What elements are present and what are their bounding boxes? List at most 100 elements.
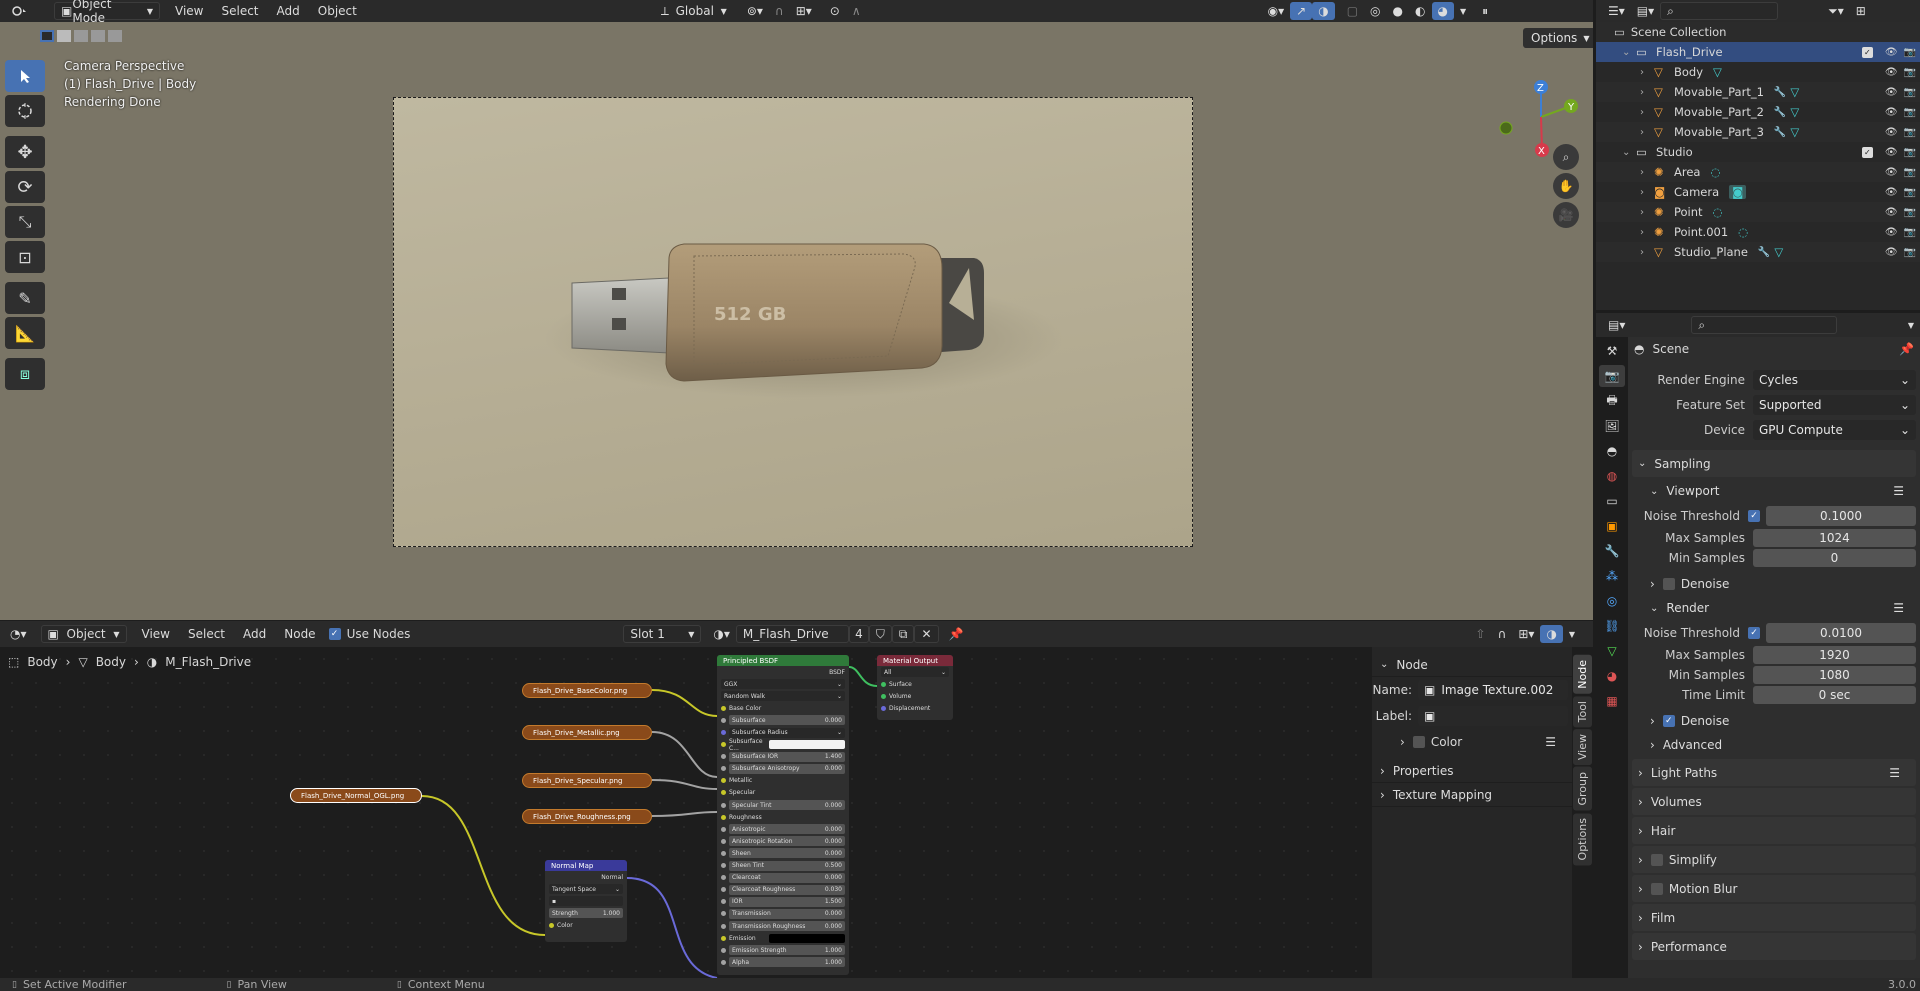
render-camera-icon[interactable]: 📷 [1904, 247, 1916, 258]
modifier-icon[interactable]: 🔧 [1774, 127, 1786, 138]
eye-icon[interactable]: 👁 [1885, 247, 1898, 258]
node-editor-type-button[interactable]: ◔▾ [4, 625, 33, 643]
render-camera-icon[interactable]: 📷 [1904, 147, 1916, 158]
tab-object[interactable]: ▣ [1599, 515, 1625, 537]
viewport-denoise-header[interactable]: › Denoise [1628, 572, 1920, 596]
tab-texture[interactable]: ▦ [1599, 690, 1625, 712]
texture-node-normal[interactable]: Flash_Drive_Normal_OGL.png [290, 788, 422, 803]
parent-tree-button[interactable]: ⇧ [1470, 625, 1492, 643]
input-socket[interactable] [721, 838, 726, 844]
proportional-edit-toggle[interactable]: ⊙ [824, 2, 846, 20]
render-camera-icon[interactable]: 📷 [1904, 167, 1916, 178]
outliner-row[interactable]: › ▽ Movable_Part_1 🔧 ▽ 👁 📷 [1596, 82, 1920, 102]
eye-icon[interactable]: 👁 [1885, 227, 1898, 238]
render-max-field[interactable]: 1920 [1753, 646, 1916, 664]
select-subtract-icon[interactable] [74, 30, 88, 42]
select-set-icon[interactable] [40, 30, 54, 42]
tab-group[interactable]: Group [1573, 767, 1592, 811]
node-label-field[interactable]: ▣ [1418, 706, 1568, 726]
subsurface-method-dropdown[interactable]: Random Walk ⌄ [721, 691, 845, 702]
presets-list-icon[interactable]: ☰ [1893, 601, 1904, 615]
pause-render-button[interactable]: ⏸ [1476, 2, 1494, 20]
viewport-max-field[interactable]: 1024 [1753, 529, 1916, 547]
light-data-icon[interactable]: ◌ [1713, 205, 1723, 219]
tab-view[interactable]: View [1573, 729, 1592, 766]
render-camera-icon[interactable]: 📷 [1904, 67, 1916, 78]
socket[interactable] [881, 693, 886, 699]
outliner-row[interactable]: › ▽ Movable_Part_2 🔧 ▽ 👁 📷 [1596, 102, 1920, 122]
input-socket[interactable] [721, 923, 726, 929]
properties-options[interactable]: ▼ [1902, 316, 1920, 334]
bsdf-value-field[interactable]: Clearcoat 0.000 [729, 872, 845, 883]
gizmo-toggle[interactable]: ↗ [1290, 2, 1313, 20]
render-camera-icon[interactable]: 📷 [1904, 107, 1916, 118]
outliner-search-input[interactable]: ⌕ [1660, 2, 1779, 20]
input-socket[interactable] [721, 717, 726, 723]
material-output-node[interactable]: Material Output All ⌄ Surface Volume Disp… [877, 655, 953, 720]
bsdf-value-field[interactable]: IOR 1.500 [729, 896, 845, 907]
outliner-row[interactable]: › ✺ Point.001 ◌ 👁 📷 [1596, 222, 1920, 242]
tool-move[interactable]: ✥ [5, 136, 45, 168]
render-camera-icon[interactable]: 📷 [1904, 87, 1916, 98]
chevron-right-icon[interactable]: › [1640, 127, 1654, 138]
socket[interactable] [549, 922, 554, 928]
tab-particles[interactable]: ⁂ [1599, 565, 1625, 587]
socket[interactable] [881, 705, 886, 711]
tab-tool[interactable]: Tool [1573, 695, 1592, 728]
outliner-row[interactable]: › ✺ Area ◌ 👁 📷 [1596, 162, 1920, 182]
tool-select-box[interactable] [5, 60, 45, 92]
menu-view[interactable]: View [166, 0, 212, 22]
render-camera-icon[interactable]: 📷 [1904, 187, 1916, 198]
chevron-down-icon[interactable]: ⌄ [1622, 147, 1636, 158]
bsdf-value-field[interactable]: Transmission 0.000 [729, 908, 845, 919]
bsdf-value-field[interactable]: Alpha 1.000 [729, 957, 845, 968]
chevron-right-icon[interactable]: › [1640, 107, 1654, 118]
properties-panel-header[interactable]: › Motion Blur [1632, 875, 1916, 902]
node-menu-select[interactable]: Select [179, 623, 234, 645]
color-checkbox[interactable] [1412, 736, 1425, 748]
shading-rendered[interactable]: ◕ [1431, 2, 1454, 20]
normal-map-header[interactable]: Normal Map [545, 860, 627, 871]
viewport-denoise-checkbox[interactable] [1662, 578, 1675, 590]
unlink-material-button[interactable]: ✕ [914, 625, 939, 643]
chevron-right-icon[interactable]: › [1640, 87, 1654, 98]
outliner-row[interactable]: › ▽ Body ▽ 👁 📷 [1596, 62, 1920, 82]
tab-world[interactable]: ◍ [1599, 465, 1625, 487]
select-extend-icon[interactable] [57, 30, 71, 42]
socket[interactable] [881, 681, 886, 687]
bsdf-value-field[interactable]: Sheen Tint 0.500 [729, 860, 845, 871]
mesh-data-icon[interactable]: ▽ [1790, 125, 1799, 139]
node-menu-add[interactable]: Add [234, 623, 275, 645]
node-panel-header[interactable]: ⌄ Node [1372, 653, 1572, 677]
tab-collection[interactable]: ▭ [1599, 490, 1625, 512]
orientation-dropdown[interactable]: ⟂ Global ▼ [655, 2, 733, 20]
presets-list-icon[interactable]: ☰ [1893, 484, 1904, 498]
render-denoise-checkbox[interactable]: ✓ [1662, 715, 1675, 727]
sampling-panel-header[interactable]: ⌄ Sampling [1632, 450, 1916, 477]
advanced-subpanel-header[interactable]: › Advanced [1628, 733, 1920, 757]
mesh-data-icon[interactable]: ▽ [1713, 65, 1722, 79]
visibility-dropdown[interactable]: ◉▾ [1262, 2, 1291, 20]
tool-transform[interactable]: ⊡ [5, 241, 45, 273]
tool-cursor[interactable] [5, 95, 45, 127]
texture-node-metallic[interactable]: Flash_Drive_Metallic.png [522, 725, 652, 740]
shading-options[interactable]: ▼ [1454, 2, 1472, 20]
overlay-toggle[interactable]: ◑ [1312, 2, 1335, 20]
input-socket[interactable] [721, 730, 726, 736]
outliner-row[interactable]: › ◙ Camera ◙ 👁 📷 [1596, 182, 1920, 202]
bsdf-value-field[interactable]: Anisotropic Rotation 0.000 [729, 836, 845, 847]
properties-panel-header[interactable]: › Simplify [1632, 846, 1916, 873]
fake-user-button[interactable]: ⛉ [868, 625, 892, 643]
bsdf-value-field[interactable]: Sheen 0.000 [729, 848, 845, 859]
render-denoise-header[interactable]: › ✓ Denoise [1628, 709, 1920, 733]
falloff-dropdown[interactable]: ∧ [846, 2, 867, 20]
select-difference-icon[interactable] [91, 30, 105, 42]
input-socket[interactable] [721, 911, 726, 917]
pin-button[interactable]: 📌 [943, 625, 970, 643]
bsdf-value-field[interactable]: Clearcoat Roughness 0.030 [729, 884, 845, 895]
tab-physics[interactable]: ◎ [1599, 590, 1625, 612]
tool-rotate[interactable]: ⟳ [5, 171, 45, 203]
input-socket[interactable] [721, 802, 726, 808]
tab-view-layer[interactable]: 🖼 [1599, 415, 1625, 437]
use-nodes-toggle[interactable]: ✓ Use Nodes [328, 627, 410, 641]
